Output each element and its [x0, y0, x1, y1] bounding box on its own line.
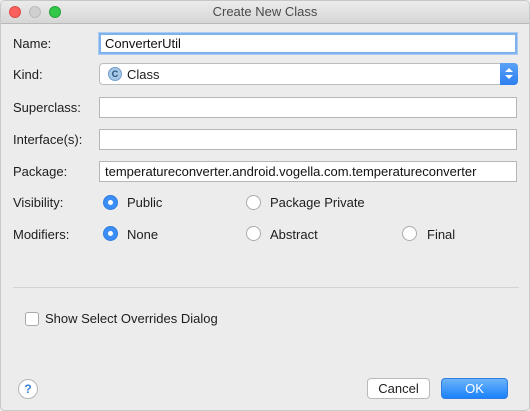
kind-label: Kind: [13, 67, 43, 82]
visibility-package-private-radio[interactable] [246, 195, 261, 210]
modifiers-label: Modifiers: [13, 227, 70, 242]
title-bar: Create New Class [1, 1, 529, 24]
modifier-abstract-radio[interactable] [246, 226, 261, 241]
visibility-package-private-label[interactable]: Package Private [270, 195, 365, 210]
modifier-none-label[interactable]: None [127, 227, 158, 242]
superclass-input[interactable] [99, 97, 517, 118]
kind-selected-value: Class [127, 67, 160, 82]
zoom-window-button[interactable] [49, 6, 61, 18]
interfaces-label: Interface(s): [13, 132, 83, 147]
divider [13, 287, 519, 288]
package-input[interactable] [99, 161, 517, 182]
modifier-none-radio[interactable] [103, 226, 118, 241]
show-overrides-label[interactable]: Show Select Overrides Dialog [45, 311, 218, 326]
cancel-button[interactable]: Cancel [367, 378, 430, 399]
close-window-button[interactable] [9, 6, 21, 18]
ok-button[interactable]: OK [441, 378, 508, 399]
chevron-up-down-icon[interactable] [500, 63, 518, 85]
modifier-final-radio[interactable] [402, 226, 417, 241]
kind-select[interactable]: C Class [99, 63, 518, 85]
visibility-public-radio[interactable] [103, 195, 118, 210]
name-label: Name: [13, 36, 52, 51]
modifier-final-label[interactable]: Final [427, 227, 455, 242]
help-button[interactable]: ? [18, 379, 38, 399]
window-title: Create New Class [212, 4, 318, 19]
show-overrides-checkbox[interactable] [25, 312, 39, 326]
modifier-abstract-label[interactable]: Abstract [270, 227, 318, 242]
class-icon: C [108, 67, 122, 81]
superclass-label: Superclass: [13, 100, 81, 115]
visibility-label: Visibility: [13, 195, 64, 210]
package-label: Package: [13, 164, 68, 179]
create-new-class-dialog: Create New Class Name: Kind: C Class Sup… [0, 0, 530, 411]
minimize-window-button[interactable] [29, 6, 41, 18]
name-input[interactable] [99, 33, 517, 54]
visibility-public-label[interactable]: Public [127, 195, 162, 210]
interfaces-input[interactable] [99, 129, 517, 150]
